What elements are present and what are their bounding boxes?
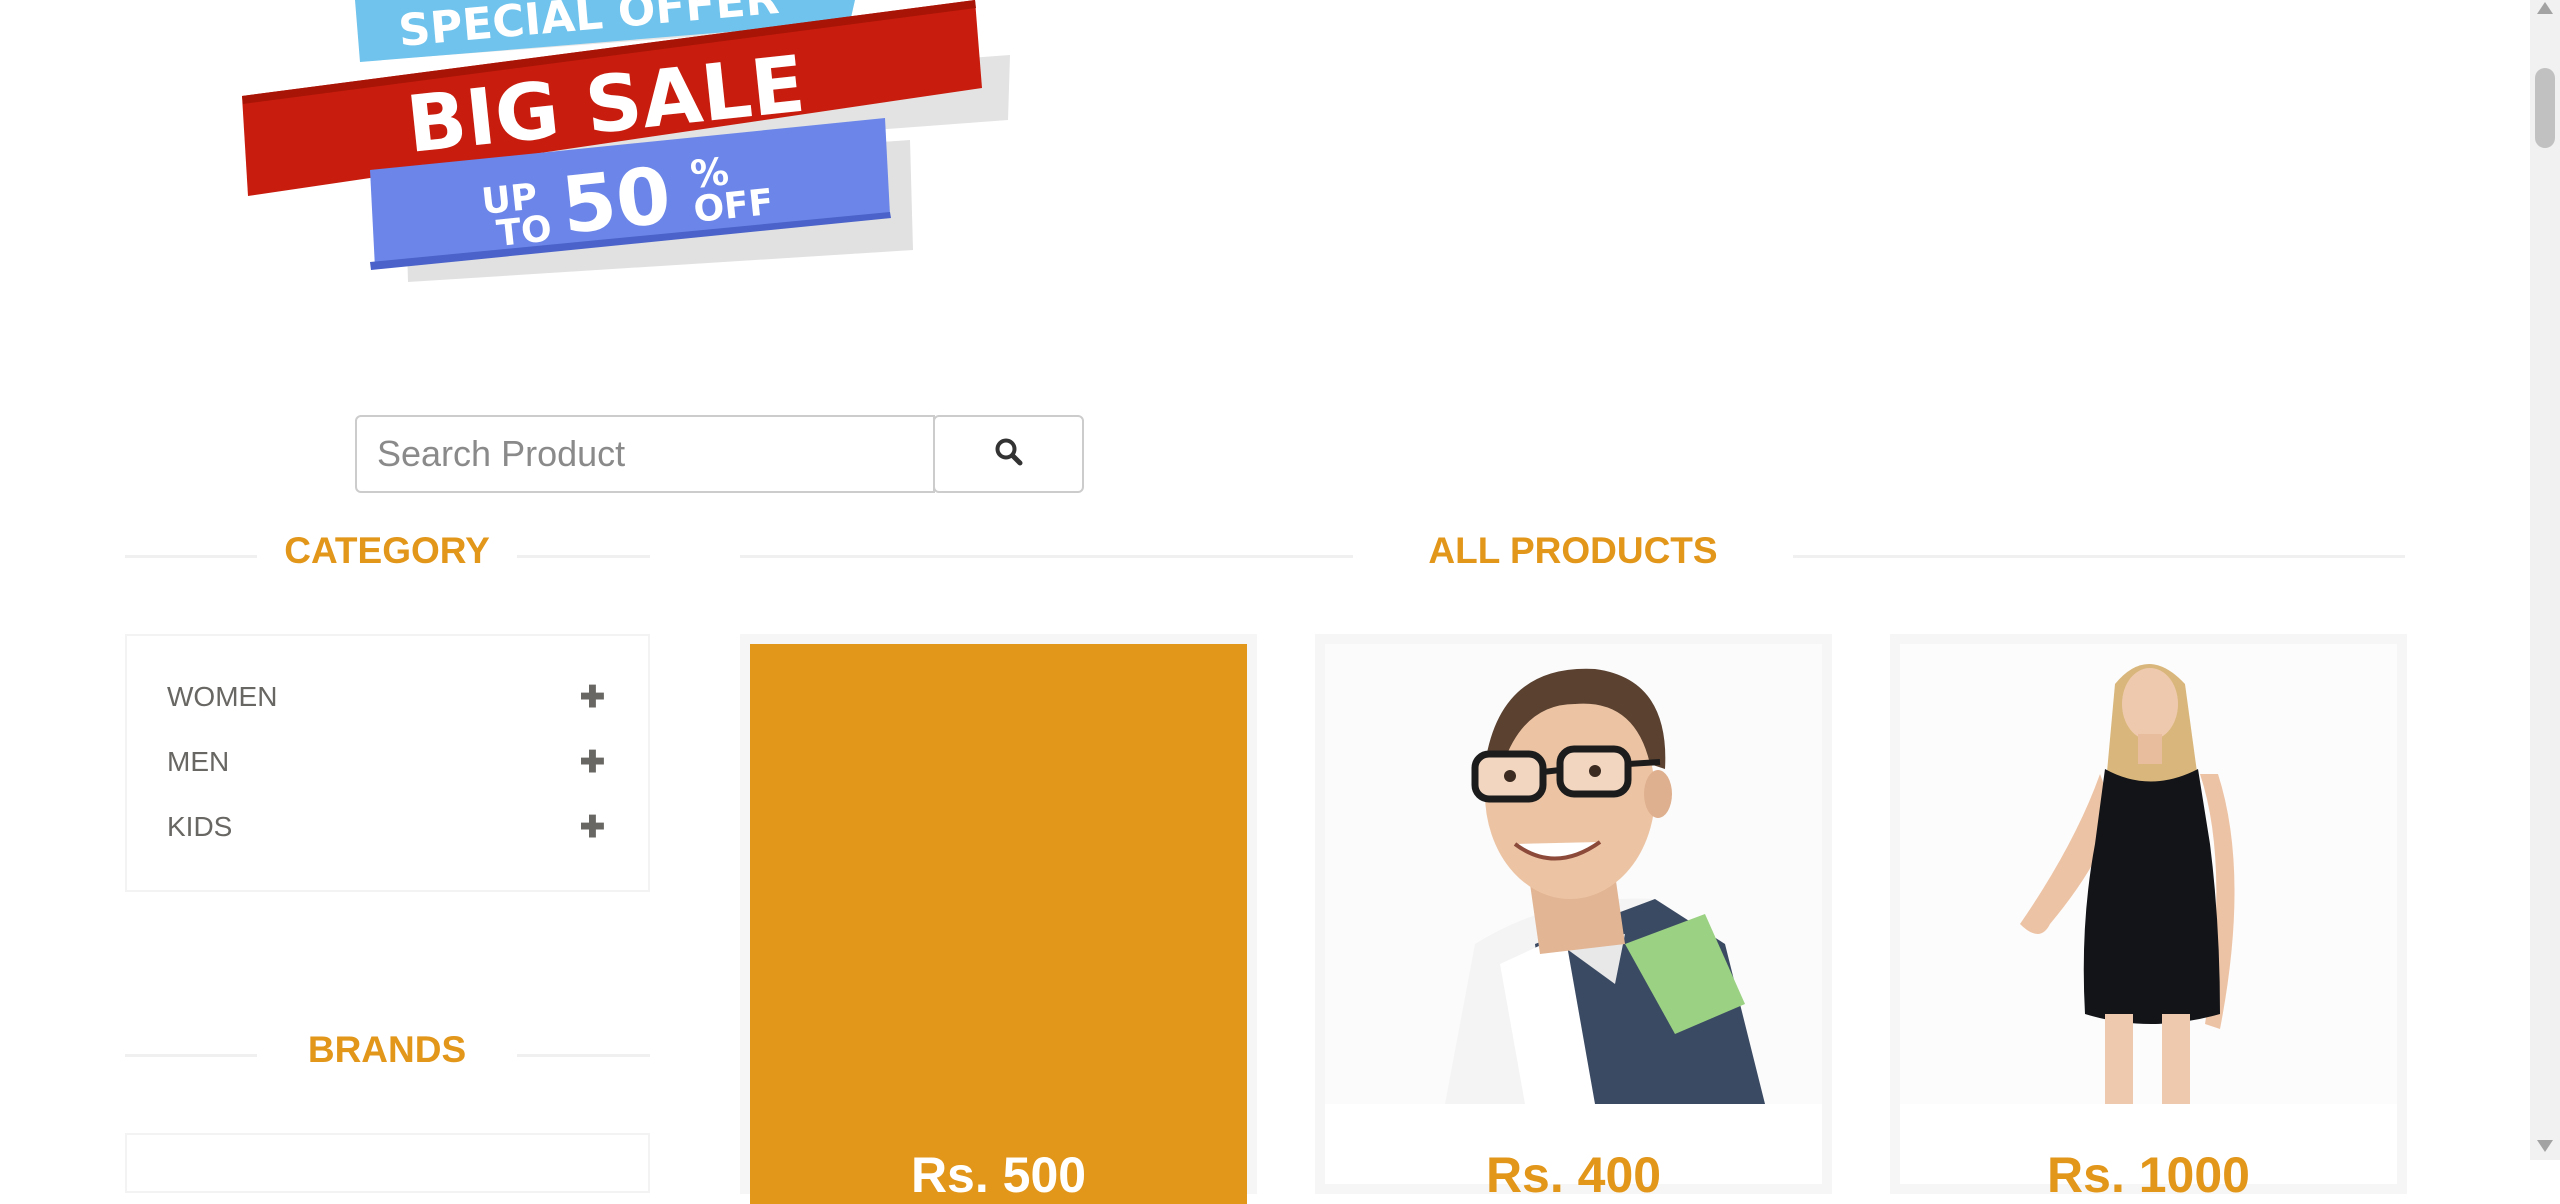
- category-title-rule-right: [517, 555, 650, 558]
- products-title-rule-right: [1793, 555, 2405, 558]
- product-price: Rs. 400: [1485, 1147, 1662, 1203]
- category-title-rule-left: [125, 555, 257, 558]
- product-card[interactable]: Rs. 500: [740, 634, 1257, 1204]
- category-item-women[interactable]: WOMEN ✚: [167, 672, 607, 722]
- scroll-down-arrow-icon[interactable]: [2537, 1140, 2553, 1152]
- banner-off-text: OFF: [692, 182, 776, 231]
- product-price: Rs. 1000: [2047, 1147, 2250, 1203]
- product-image[interactable]: [1900, 644, 2397, 1104]
- category-item-label: MEN: [167, 746, 230, 777]
- plus-icon[interactable]: ✚: [580, 810, 605, 845]
- category-item-label: KIDS: [167, 811, 233, 842]
- product-card[interactable]: Rs. 400: [1315, 634, 1832, 1203]
- banner-value-text: 50: [558, 151, 675, 252]
- brands-title-rule-left: [125, 1054, 257, 1057]
- banner-to-text: TO: [495, 208, 554, 255]
- scroll-up-arrow-icon[interactable]: [2537, 2, 2553, 14]
- products-title: ALL PRODUCTS: [1428, 530, 1718, 571]
- product-card[interactable]: Rs. 1000: [1890, 634, 2407, 1203]
- search-button[interactable]: [933, 415, 1084, 493]
- category-title: CATEGORY: [284, 530, 490, 571]
- search-icon: [994, 437, 1024, 472]
- product-image[interactable]: [1325, 644, 1822, 1104]
- sale-banner: SPECIAL OFFER BIG SALE UP TO 50 % OFF: [230, 0, 1020, 290]
- plus-icon[interactable]: ✚: [580, 745, 605, 780]
- brands-title-rule-right: [517, 1054, 650, 1057]
- product-price: Rs. 500: [910, 1147, 1087, 1203]
- product-hover-overlay: [750, 644, 1247, 1204]
- search-input[interactable]: [355, 415, 935, 493]
- brands-title: BRANDS: [307, 1029, 467, 1070]
- vertical-scrollbar[interactable]: [2530, 0, 2560, 1160]
- scrollbar-thumb[interactable]: [2535, 68, 2555, 148]
- category-item-kids[interactable]: KIDS ✚: [167, 802, 607, 852]
- category-item-men[interactable]: MEN ✚: [167, 737, 607, 787]
- products-title-rule-left: [740, 555, 1353, 558]
- brands-panel: [125, 1133, 650, 1193]
- category-panel: WOMEN ✚ MEN ✚ KIDS ✚: [125, 634, 650, 892]
- category-item-label: WOMEN: [167, 681, 278, 712]
- plus-icon[interactable]: ✚: [580, 680, 605, 715]
